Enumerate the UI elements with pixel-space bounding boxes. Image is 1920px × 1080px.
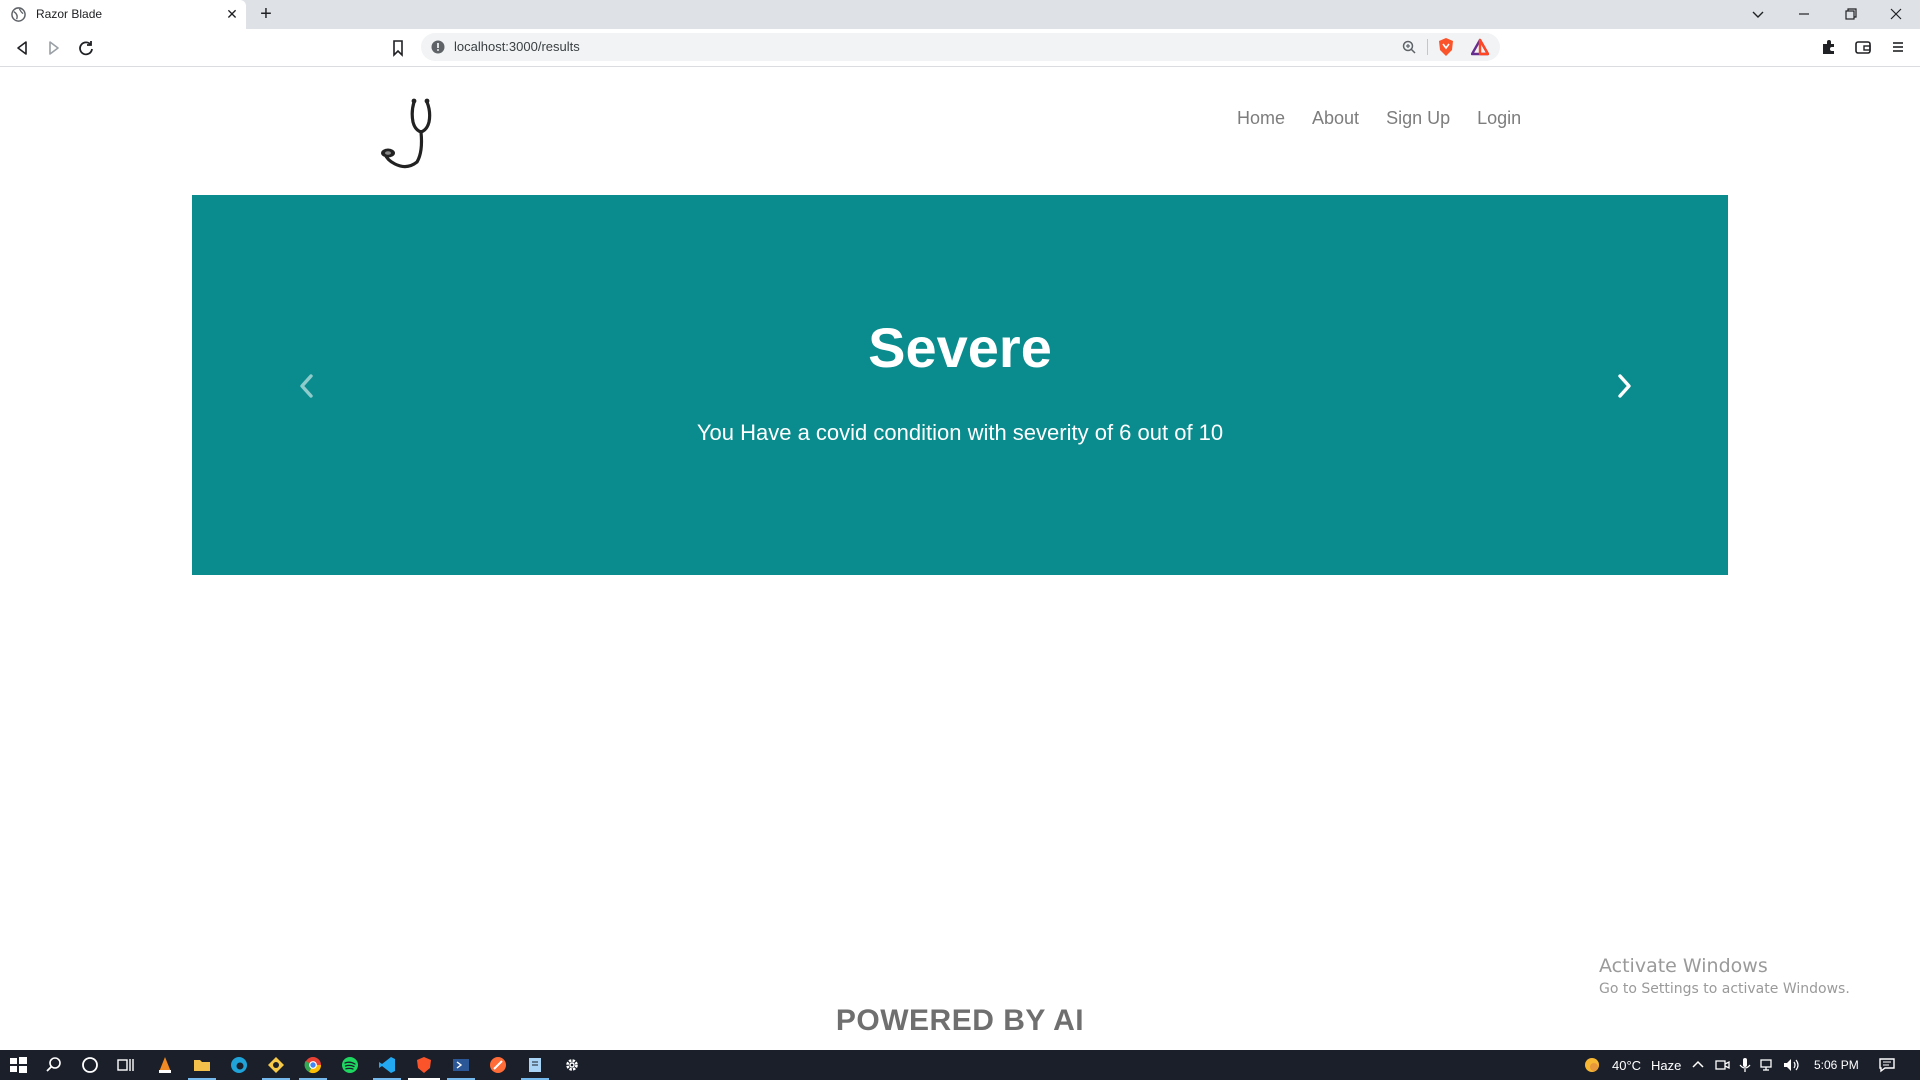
bookmark-icon[interactable] <box>388 38 408 58</box>
footer-text: POWERED BY AI <box>835 1004 1085 1037</box>
watermark-subtitle: Go to Settings to activate Windows. <box>1599 981 1850 997</box>
notepad-icon[interactable] <box>525 1055 545 1075</box>
notifications-icon[interactable] <box>1877 1055 1897 1075</box>
globe-icon <box>11 7 26 22</box>
close-tab-icon[interactable]: ✕ <box>224 6 240 22</box>
spotify-icon[interactable] <box>340 1055 360 1075</box>
volume-icon[interactable] <box>1781 1055 1801 1075</box>
minimize-icon[interactable] <box>1793 4 1815 24</box>
edge-icon[interactable] <box>229 1055 249 1075</box>
windows-taskbar: 40°C Haze 5:06 PM <box>0 1050 1920 1080</box>
git-kraken-icon[interactable] <box>266 1055 286 1075</box>
nav-about[interactable]: About <box>1312 108 1359 129</box>
extensions-icon[interactable] <box>1820 38 1838 56</box>
back-icon[interactable] <box>12 38 32 58</box>
chrome-icon[interactable] <box>303 1055 323 1075</box>
tab-title: Razor Blade <box>36 7 103 21</box>
address-bar[interactable]: localhost:3000/results <box>421 33 1500 61</box>
page-viewport: Home About Sign Up Login Severe You Have… <box>0 68 1920 1050</box>
chevron-left-icon[interactable] <box>295 372 319 400</box>
powershell-icon[interactable] <box>451 1055 471 1075</box>
postman-icon[interactable] <box>488 1055 508 1075</box>
search-icon[interactable] <box>44 1055 64 1075</box>
watermark-title: Activate Windows <box>1599 955 1768 977</box>
new-tab-button[interactable]: + <box>255 4 277 26</box>
browser-tab-bar: Razor Blade ✕ + <box>0 0 1920 29</box>
chevron-right-icon[interactable] <box>1612 372 1636 400</box>
tab-search-icon[interactable] <box>1747 4 1769 24</box>
url-text[interactable]: localhost:3000/results <box>454 39 580 54</box>
weather-sun-icon[interactable] <box>1582 1055 1602 1075</box>
file-explorer-icon[interactable] <box>192 1055 212 1075</box>
weather-temperature[interactable]: 40°C <box>1612 1058 1641 1073</box>
severity-description: You Have a covid condition with severity… <box>696 420 1224 445</box>
cortana-icon[interactable] <box>80 1055 100 1075</box>
brave-shield-icon[interactable] <box>1437 37 1455 57</box>
result-carousel: Severe You Have a covid condition with s… <box>192 195 1728 575</box>
microphone-icon[interactable] <box>1735 1055 1755 1075</box>
task-view-icon[interactable] <box>115 1055 135 1075</box>
settings-gear-icon[interactable] <box>562 1055 582 1075</box>
clock-time[interactable]: 5:06 PM <box>1814 1058 1859 1072</box>
chevron-up-icon[interactable] <box>1688 1055 1708 1075</box>
nav-login[interactable]: Login <box>1477 108 1521 129</box>
zoom-icon[interactable] <box>1401 39 1417 55</box>
severity-title: Severe <box>868 316 1052 379</box>
site-info-icon[interactable] <box>431 40 445 54</box>
browser-tab[interactable]: Razor Blade ✕ <box>0 0 246 29</box>
close-window-icon[interactable] <box>1885 4 1907 24</box>
meet-now-icon[interactable] <box>1712 1055 1732 1075</box>
menu-icon[interactable] <box>1889 38 1907 56</box>
browser-toolbar: localhost:3000/results <box>0 29 1920 67</box>
weather-condition[interactable]: Haze <box>1651 1058 1681 1073</box>
brave-rewards-icon[interactable] <box>1471 38 1489 56</box>
vscode-icon[interactable] <box>377 1055 397 1075</box>
omnibox-divider <box>1427 39 1428 55</box>
wallet-icon[interactable] <box>1854 38 1872 56</box>
forward-icon[interactable] <box>44 38 64 58</box>
reload-icon[interactable] <box>76 38 96 58</box>
network-icon[interactable] <box>1758 1055 1778 1075</box>
nav-home[interactable]: Home <box>1237 108 1285 129</box>
windows-start-icon[interactable] <box>8 1055 28 1075</box>
brave-icon[interactable] <box>414 1055 434 1075</box>
stethoscope-icon[interactable] <box>377 96 455 172</box>
nav-sign-up[interactable]: Sign Up <box>1386 108 1450 129</box>
windows-activation-watermark: Activate Windows Go to Settings to activ… <box>1599 955 1850 997</box>
vlc-icon[interactable] <box>155 1055 175 1075</box>
restore-icon[interactable] <box>1840 4 1862 24</box>
site-nav: Home About Sign Up Login <box>1237 108 1521 129</box>
